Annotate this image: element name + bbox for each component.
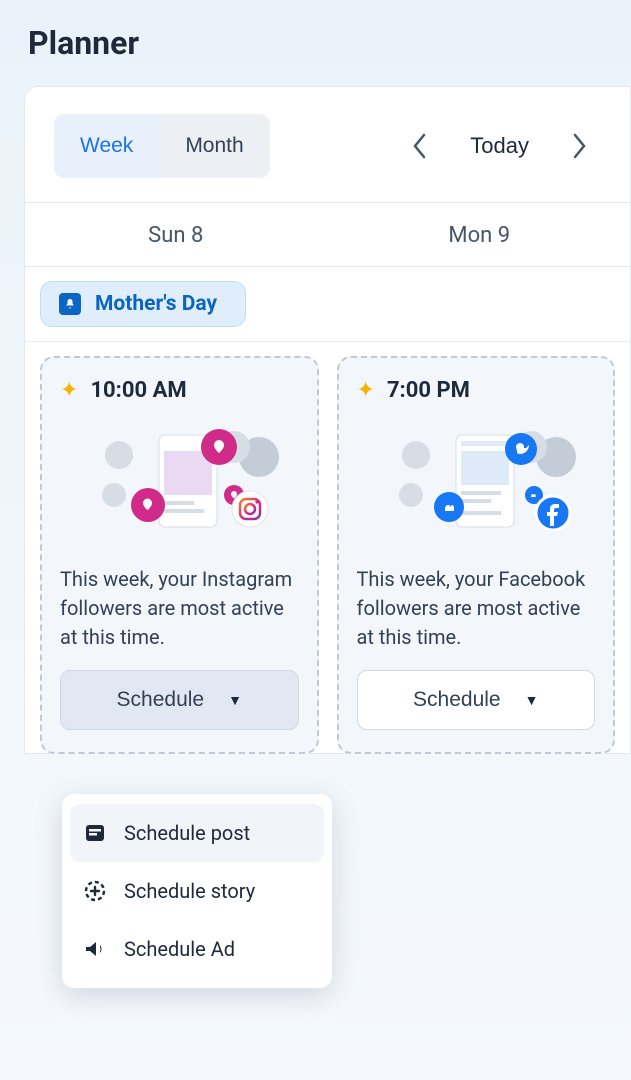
chevron-left-icon	[412, 133, 428, 159]
day-header: Mon 9	[328, 203, 631, 266]
day-label: Mon 9	[448, 223, 510, 248]
day-header-row: Sun 8 Mon 9	[24, 202, 631, 267]
dropdown-item-label: Schedule post	[124, 821, 250, 845]
view-toggle: Week Month	[54, 114, 270, 178]
suggestion-illustration	[60, 417, 299, 547]
story-icon	[82, 878, 108, 904]
suggested-time: 10:00 AM	[90, 378, 186, 403]
toolbar: Week Month Today	[24, 86, 631, 202]
dropdown-item-label: Schedule Ad	[124, 937, 235, 961]
today-button[interactable]: Today	[460, 133, 539, 159]
event-chip-mothers-day[interactable]: Mother's Day	[40, 281, 246, 327]
day-label: Sun 8	[148, 223, 203, 248]
view-week-tab[interactable]: Week	[54, 114, 159, 178]
day-header: Sun 8	[24, 203, 328, 266]
card-column: ✦ 7:00 PM	[337, 356, 616, 754]
caret-down-icon: ▼	[525, 692, 539, 708]
planner-panel: Week Month Today Sun 8 Mon 9 Mother's Da…	[24, 86, 631, 754]
suggestion-text: This week, your Instagram followers are …	[60, 565, 299, 652]
star-icon: ✦	[60, 378, 78, 403]
instagram-illustration-icon	[64, 417, 294, 547]
suggestion-illustration	[357, 417, 596, 547]
suggestion-cards-row: ✦ 10:00 AM	[24, 341, 631, 754]
post-icon	[82, 820, 108, 846]
schedule-button[interactable]: Schedule ▼	[60, 670, 299, 730]
event-label: Mother's Day	[95, 292, 217, 316]
chevron-right-icon	[571, 133, 587, 159]
facebook-illustration-icon	[361, 417, 591, 547]
suggested-time: 7:00 PM	[387, 378, 470, 403]
suggestion-text: This week, your Facebook followers are m…	[357, 565, 596, 652]
date-nav: Today	[294, 124, 601, 168]
card-column: ✦ 10:00 AM	[40, 356, 319, 754]
next-button[interactable]	[557, 124, 601, 168]
ad-icon	[82, 936, 108, 962]
view-month-tab[interactable]: Month	[159, 114, 269, 178]
schedule-button-label: Schedule	[413, 688, 501, 712]
dropdown-item-schedule-ad[interactable]: Schedule Ad	[62, 920, 332, 978]
caret-down-icon: ▼	[228, 692, 242, 708]
prev-button[interactable]	[398, 124, 442, 168]
dropdown-item-schedule-story[interactable]: Schedule story	[62, 862, 332, 920]
page-title: Planner	[0, 0, 631, 86]
event-row: Mother's Day	[24, 267, 631, 341]
suggestion-card-instagram: ✦ 10:00 AM	[40, 356, 319, 754]
bell-icon	[59, 293, 81, 315]
schedule-button[interactable]: Schedule ▼	[357, 670, 596, 730]
star-icon: ✦	[357, 378, 375, 403]
schedule-dropdown: Schedule post Schedule story Schedule Ad	[62, 794, 332, 988]
suggestion-card-facebook: ✦ 7:00 PM	[337, 356, 616, 754]
dropdown-item-schedule-post[interactable]: Schedule post	[70, 804, 324, 862]
dropdown-item-label: Schedule story	[124, 879, 255, 903]
schedule-button-label: Schedule	[117, 688, 205, 712]
